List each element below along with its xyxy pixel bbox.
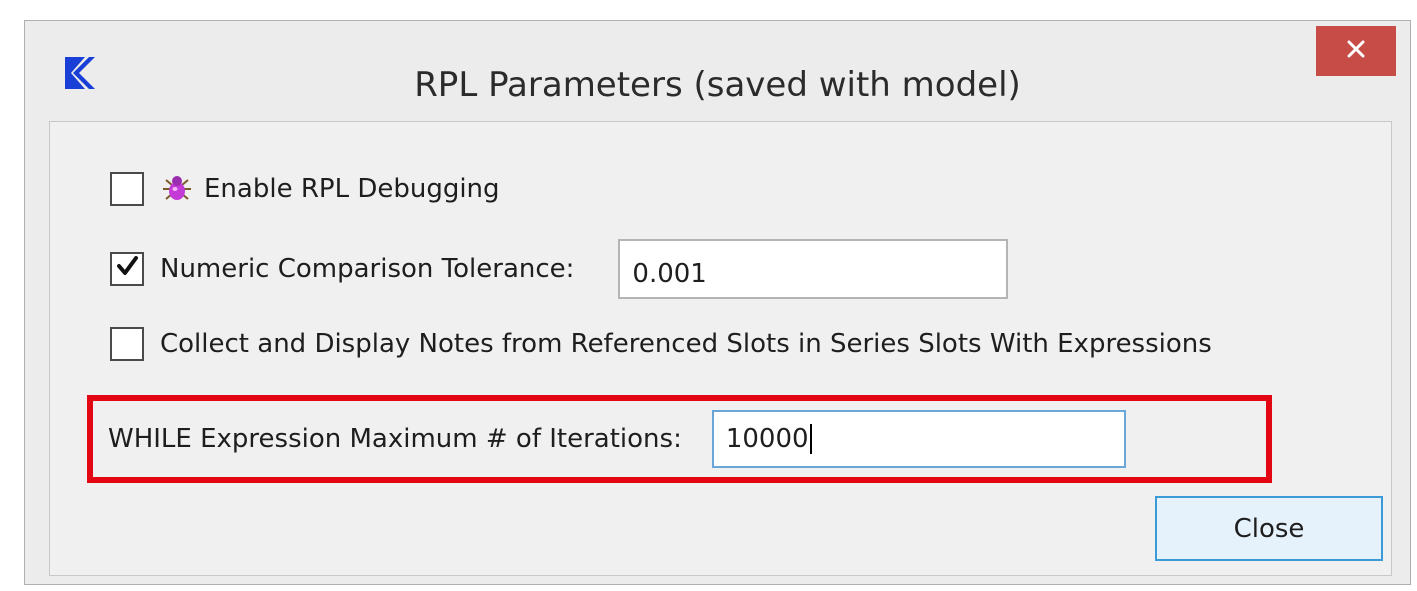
tolerance-row: Numeric Comparison Tolerance: 0.001 <box>110 239 1009 299</box>
tolerance-value: 0.001 <box>632 259 707 289</box>
dialog-content: Enable RPL Debugging Numeric Comparison … <box>49 121 1392 576</box>
rpl-parameters-dialog: RPL Parameters (saved with model) Enable… <box>24 20 1411 585</box>
dialog-title: RPL Parameters (saved with model) <box>414 65 1021 105</box>
notes-row: Collect and Display Notes from Reference… <box>110 327 1212 361</box>
debugging-row: Enable RPL Debugging <box>110 172 500 206</box>
close-icon <box>1346 39 1366 63</box>
tolerance-label: Numeric Comparison Tolerance: <box>160 254 575 284</box>
while-iterations-value: 10000 <box>725 424 809 454</box>
debugging-checkbox[interactable] <box>110 172 144 206</box>
bug-icon <box>160 172 194 206</box>
while-iterations-input[interactable]: 10000 <box>711 410 1126 468</box>
tolerance-input[interactable]: 0.001 <box>618 239 1009 299</box>
close-button[interactable]: Close <box>1155 496 1383 561</box>
while-iterations-row: WHILE Expression Maximum # of Iterations… <box>108 410 1126 468</box>
title-bar[interactable]: RPL Parameters (saved with model) <box>25 21 1410 117</box>
checkmark-icon <box>115 254 139 285</box>
while-iterations-label: WHILE Expression Maximum # of Iterations… <box>108 424 682 454</box>
debugging-label: Enable RPL Debugging <box>204 174 500 204</box>
text-cursor <box>809 424 812 454</box>
notes-label: Collect and Display Notes from Reference… <box>160 329 1212 359</box>
window-close-button[interactable] <box>1316 26 1396 76</box>
tolerance-checkbox[interactable] <box>110 252 144 286</box>
notes-checkbox[interactable] <box>110 327 144 361</box>
